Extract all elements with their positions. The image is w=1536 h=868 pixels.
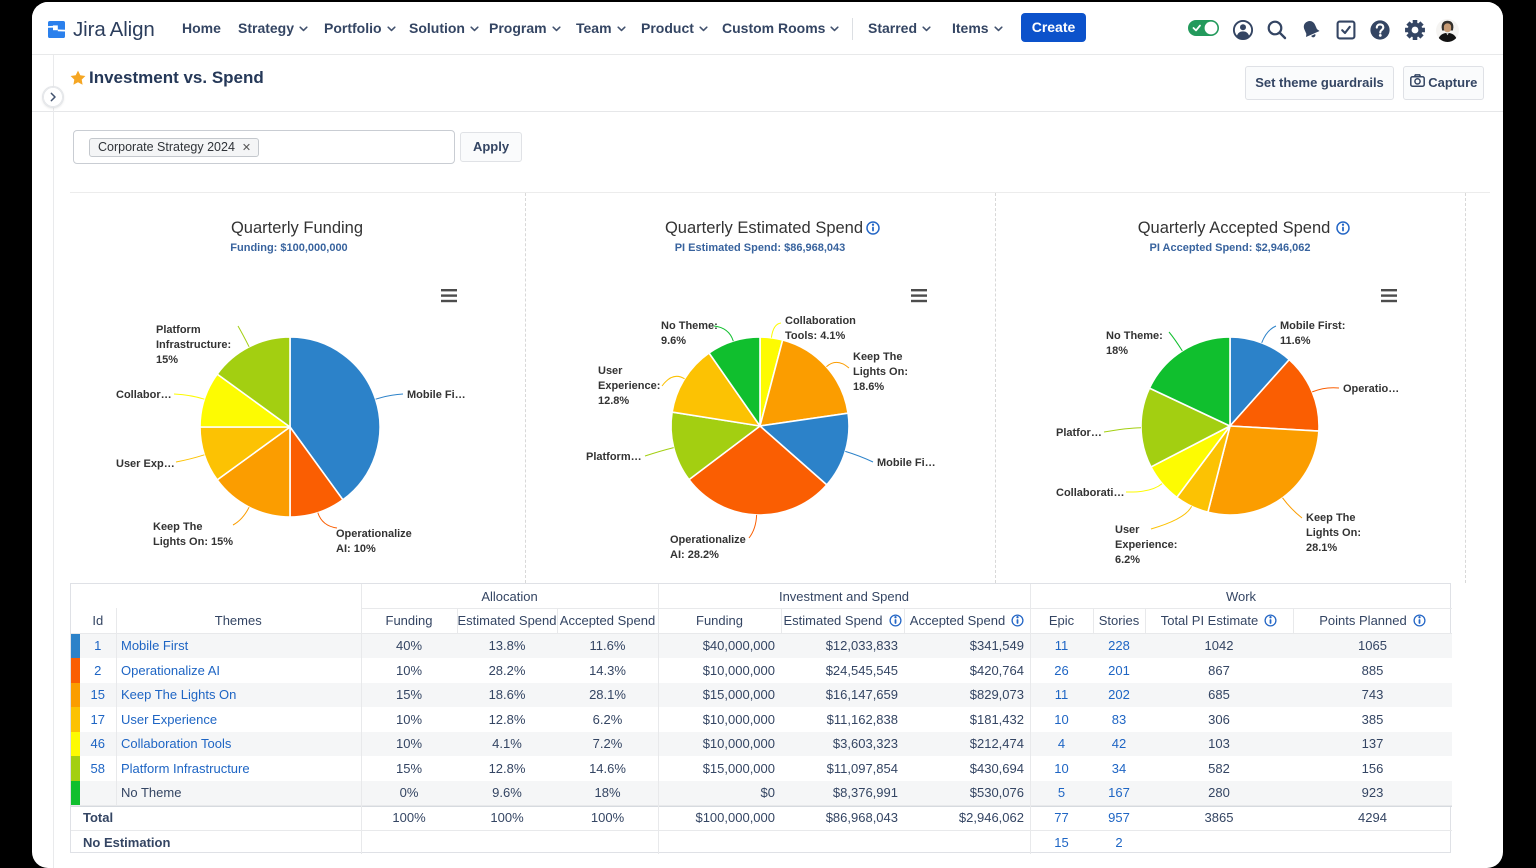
svg-text:Quarterly Accepted Spend: Quarterly Accepted Spend	[1138, 219, 1331, 237]
svg-text:Platfor…: Platfor…	[1056, 427, 1102, 439]
svg-text:Collabor…: Collabor…	[116, 389, 172, 401]
svg-text:Keep TheLights On: 15%: Keep TheLights On: 15%	[153, 521, 233, 548]
svg-text:PI Estimated Spend: $86,968,04: PI Estimated Spend: $86,968,043	[675, 242, 846, 254]
svg-text:Mobile Fi…: Mobile Fi…	[877, 457, 936, 469]
svg-text:UserExperience:6.2%: UserExperience:6.2%	[1115, 524, 1177, 566]
svg-text:Platform…: Platform…	[586, 451, 642, 463]
svg-text:OperationalizeAI: 10%: OperationalizeAI: 10%	[336, 528, 412, 555]
svg-text:No Theme:9.6%: No Theme:9.6%	[661, 320, 718, 347]
svg-text:CollaborationTools: 4.1%: CollaborationTools: 4.1%	[785, 315, 856, 342]
svg-text:Mobile First:11.6%: Mobile First:11.6%	[1280, 320, 1345, 347]
svg-text:PI Accepted Spend: $2,946,062: PI Accepted Spend: $2,946,062	[1150, 242, 1311, 254]
svg-text:PlatformInfrastructure:15%: PlatformInfrastructure:15%	[156, 324, 231, 366]
svg-text:Keep TheLights On:28.1%: Keep TheLights On:28.1%	[1306, 512, 1361, 554]
svg-text:Operatio…: Operatio…	[1343, 383, 1399, 395]
svg-text:Quarterly Estimated Spend: Quarterly Estimated Spend	[665, 219, 863, 237]
svg-text:Quarterly Funding: Quarterly Funding	[231, 219, 363, 237]
svg-text:User Exp…: User Exp…	[116, 458, 175, 470]
svg-text:OperationalizeAI: 28.2%: OperationalizeAI: 28.2%	[670, 534, 746, 561]
svg-text:Mobile Fi…: Mobile Fi…	[407, 389, 466, 401]
svg-text:Keep TheLights On:18.6%: Keep TheLights On:18.6%	[853, 351, 908, 393]
svg-text:No Theme:18%: No Theme:18%	[1106, 330, 1163, 357]
svg-text:UserExperience:12.8%: UserExperience:12.8%	[598, 365, 660, 407]
svg-text:Funding: $100,000,000: Funding: $100,000,000	[230, 242, 347, 254]
svg-text:Collaborati…: Collaborati…	[1056, 487, 1124, 499]
